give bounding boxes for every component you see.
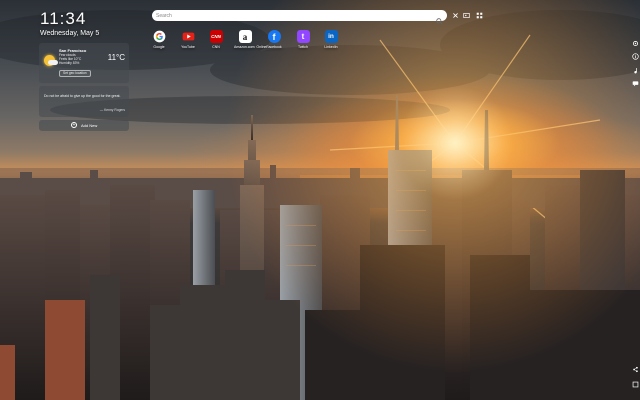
plus-icon: +: [71, 122, 77, 128]
weather-conditions: Few clouds Feels like 10°C Humidity 83%: [59, 53, 81, 65]
weather-widget: San Francisco Few clouds Feels like 10°C…: [39, 43, 129, 83]
expand-icon[interactable]: [632, 381, 639, 388]
info-icon[interactable]: [632, 53, 639, 60]
search-bar: [152, 10, 447, 25]
cnn-icon: CNN: [209, 30, 223, 43]
shortcut-twitch[interactable]: t Twitch: [292, 30, 314, 49]
shortcut-label: Google: [153, 45, 165, 49]
facebook-icon: f: [267, 30, 281, 43]
set-geo-location-button[interactable]: Set geo location: [59, 70, 91, 77]
add-new-widget-button[interactable]: + Add New: [39, 120, 129, 131]
close-icon[interactable]: [452, 12, 459, 19]
shortcut-amazon[interactable]: a Amazon.com: Online...: [234, 30, 270, 49]
music-icon[interactable]: [632, 67, 639, 74]
shortcut-label: Facebook: [266, 45, 282, 49]
weather-condition-line: Humidity 83%: [59, 61, 80, 65]
gallery-icon[interactable]: [463, 12, 470, 19]
weather-cloud-icon: [48, 60, 58, 65]
shortcut-facebook[interactable]: f Facebook: [263, 30, 285, 49]
clock-date: Wednesday, May 5: [40, 30, 100, 37]
google-icon: [153, 30, 166, 43]
quote-text: Do not be afraid to give up the good for…: [44, 94, 121, 98]
twitch-icon: t: [296, 30, 310, 43]
clock-time: 11:34: [40, 9, 87, 28]
settings-icon[interactable]: [632, 40, 639, 47]
chat-icon[interactable]: [632, 80, 639, 87]
quote-author: — Kenny Rogers: [99, 108, 125, 112]
shortcut-label: Amazon.com: Online...: [234, 45, 270, 49]
weather-temperature: 11°C: [107, 53, 125, 62]
shortcut-google[interactable]: Google: [148, 30, 170, 49]
youtube-icon: [182, 30, 195, 43]
search-icon[interactable]: [436, 12, 443, 25]
share-icon[interactable]: [632, 366, 639, 373]
add-new-label: Add New: [81, 123, 98, 128]
shortcut-label: CNN: [212, 45, 220, 49]
shortcut-label: Twitch: [298, 45, 308, 49]
quote-widget: Do not be afraid to give up the good for…: [39, 86, 129, 117]
shortcut-linkedin[interactable]: in LinkedIn: [320, 30, 342, 49]
search-input[interactable]: [156, 11, 432, 20]
clock-widget: 11:34 Wednesday, May 5: [40, 9, 99, 37]
shortcut-youtube[interactable]: YouTube: [177, 30, 199, 49]
shortcut-cnn[interactable]: CNN CNN: [205, 30, 227, 49]
apps-icon[interactable]: [476, 12, 483, 19]
amazon-icon: a: [238, 30, 252, 43]
linkedin-icon: in: [324, 30, 338, 43]
shortcut-label: YouTube: [181, 45, 195, 49]
shortcut-label: LinkedIn: [324, 45, 338, 49]
